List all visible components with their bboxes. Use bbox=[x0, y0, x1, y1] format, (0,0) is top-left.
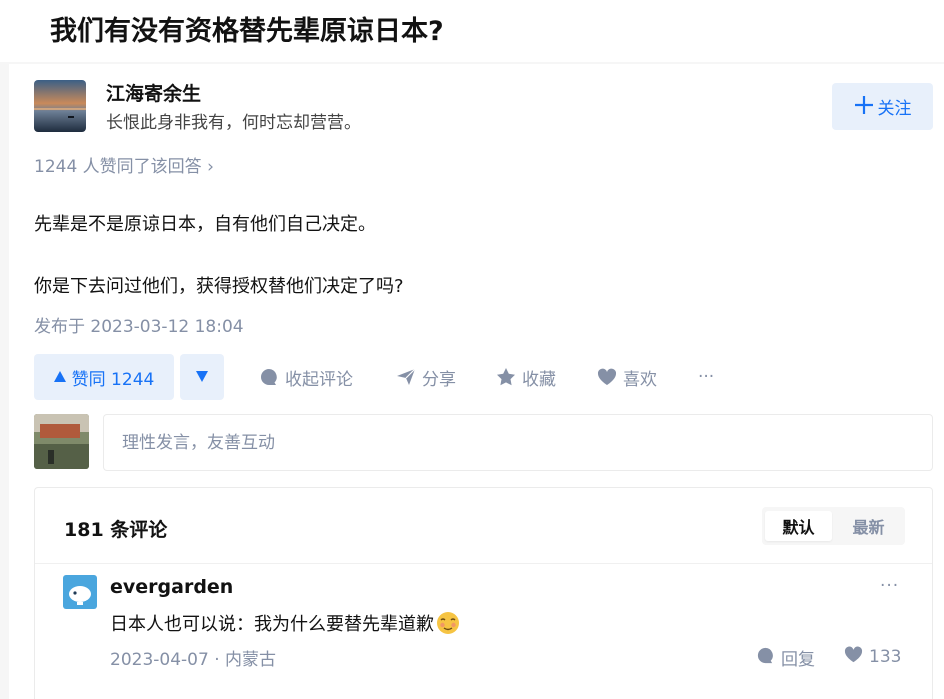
follow-button[interactable]: 关注 bbox=[832, 83, 933, 130]
triangle-up-icon bbox=[53, 367, 66, 387]
more-actions-button[interactable]: ··· bbox=[698, 364, 714, 390]
share-label: 分享 bbox=[422, 369, 456, 390]
author-bio: 长恨此身非我有，何时忘却营营。 bbox=[106, 113, 361, 133]
comment-like-count: 133 bbox=[869, 647, 902, 667]
plus-icon bbox=[854, 94, 874, 120]
question-title[interactable]: 我们有没有资格替先辈原谅日本? bbox=[50, 9, 444, 48]
comment-text: 日本人也可以说：我为什么要替先辈道歉 bbox=[110, 610, 460, 636]
like-button[interactable]: 喜欢 bbox=[597, 364, 657, 390]
share-button[interactable]: 分享 bbox=[396, 364, 456, 390]
author-name[interactable]: 江海寄余生 bbox=[106, 79, 201, 106]
comment-meta: 2023-04-07 · 内蒙古 bbox=[110, 650, 277, 670]
sort-default-tab[interactable]: 默认 bbox=[765, 511, 832, 541]
comments-panel: 181 条评论 默认 最新 evergarden ··· 日本人也可以说：我为什… bbox=[34, 487, 933, 699]
comments-count: 181 条评论 bbox=[64, 519, 168, 541]
collect-label: 收藏 bbox=[522, 369, 556, 390]
comment-author[interactable]: evergarden bbox=[110, 576, 233, 598]
share-plane-icon bbox=[396, 367, 416, 387]
triangle-down-icon bbox=[196, 369, 208, 386]
vote-down-button[interactable] bbox=[180, 354, 224, 400]
comment-reply-button[interactable]: 回复 bbox=[756, 645, 815, 670]
comment-avatar[interactable] bbox=[63, 575, 97, 609]
sort-switch: 默认 最新 bbox=[762, 507, 905, 545]
answer-paragraph: 先辈是不是原谅日本，自有他们自己决定。 bbox=[34, 214, 376, 235]
publish-time[interactable]: 发布于 2023-03-12 18:04 bbox=[34, 312, 244, 337]
collapse-comments-button[interactable]: 收起评论 bbox=[259, 364, 353, 390]
collect-button[interactable]: 收藏 bbox=[496, 364, 556, 390]
question-header: 我们有没有资格替先辈原谅日本? bbox=[0, 0, 944, 62]
heart-icon bbox=[597, 367, 617, 387]
comment-more-button[interactable]: ··· bbox=[880, 576, 899, 596]
blushing-emoji-icon bbox=[436, 611, 460, 635]
collapse-comments-label: 收起评论 bbox=[285, 369, 353, 390]
answer-paragraph: 你是下去问过他们，获得授权替他们决定了吗? bbox=[34, 276, 404, 297]
author-avatar[interactable] bbox=[34, 80, 86, 132]
star-icon bbox=[496, 367, 516, 387]
voters-link[interactable]: 1244 人赞同了该回答 › bbox=[34, 152, 214, 177]
comment-like-button[interactable]: 133 bbox=[844, 645, 901, 669]
heart-icon bbox=[844, 645, 863, 669]
comment-text-body: 日本人也可以说：我为什么要替先辈道歉 bbox=[110, 614, 434, 635]
divider bbox=[35, 563, 932, 564]
comment-bubble-icon bbox=[259, 367, 279, 387]
follow-label: 关注 bbox=[877, 99, 912, 119]
like-label: 喜欢 bbox=[623, 369, 657, 390]
vote-up-button[interactable]: 赞同 1244 bbox=[34, 354, 174, 400]
current-user-avatar bbox=[34, 414, 89, 469]
reply-label: 回复 bbox=[781, 650, 815, 670]
comment-input[interactable] bbox=[103, 414, 933, 471]
sort-latest-tab[interactable]: 最新 bbox=[835, 511, 902, 541]
comment-bubble-icon bbox=[756, 646, 775, 670]
vote-up-label: 赞同 1244 bbox=[71, 369, 155, 390]
more-label: ··· bbox=[698, 367, 715, 387]
